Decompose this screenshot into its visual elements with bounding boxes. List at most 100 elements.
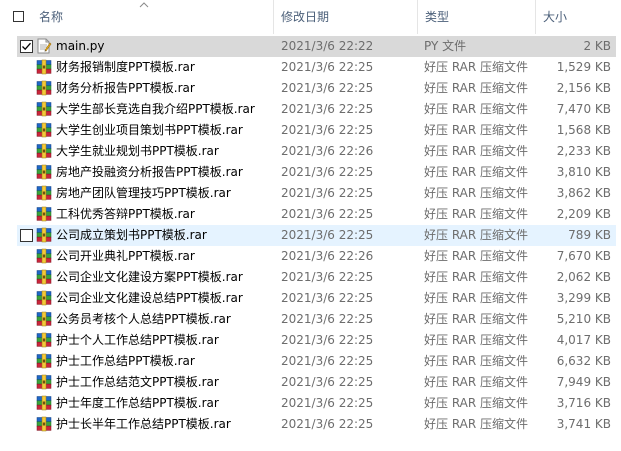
column-divider[interactable] — [273, 0, 274, 34]
file-size: 4,017 KB — [556, 333, 611, 347]
file-name[interactable]: 工科优秀答辩PPT模板.rar — [56, 204, 195, 225]
file-row[interactable]: 大学生部长竞选自我介绍PPT模板.rar 2021/3/6 22:25 好压 RAR… — [0, 99, 621, 120]
column-divider[interactable] — [535, 0, 536, 34]
file-name[interactable]: 护士年度工作总结PPT模板.rar — [56, 393, 219, 414]
rar-archive-icon — [36, 353, 52, 369]
file-type: 好压 RAR 压缩文件 — [424, 270, 529, 284]
file-modified-date: 2021/3/6 22:25 — [281, 354, 374, 368]
file-type: 好压 RAR 压缩文件 — [424, 396, 529, 410]
rar-archive-icon — [36, 248, 52, 264]
file-name[interactable]: 护士个人工作总结PPT模板.rar — [56, 330, 219, 351]
file-modified-date: 2021/3/6 22:26 — [281, 249, 374, 263]
file-type: PY 文件 — [424, 39, 467, 53]
rar-archive-icon — [36, 164, 52, 180]
column-header-name[interactable]: 名称 — [39, 0, 63, 34]
file-size: 2,209 KB — [556, 207, 611, 221]
file-type: 好压 RAR 压缩文件 — [424, 123, 529, 137]
file-row[interactable]: 公务员考核个人总结PPT模板.rar 2021/3/6 22:25 好压 RAR 压… — [0, 309, 621, 330]
file-name[interactable]: 护士工作总结范文PPT模板.rar — [56, 372, 219, 393]
rar-archive-icon — [36, 206, 52, 222]
file-size: 7,670 KB — [556, 249, 611, 263]
file-row[interactable]: 财务报销制度PPT模板.rar 2021/3/6 22:25 好压 RAR 压缩文件… — [0, 57, 621, 78]
file-size: 3,299 KB — [556, 291, 611, 305]
rar-archive-icon — [36, 374, 52, 390]
file-row[interactable]: 护士个人工作总结PPT模板.rar 2021/3/6 22:25 好压 RAR 压缩… — [0, 330, 621, 351]
file-name[interactable]: 护士长半年工作总结PPT模板.rar — [56, 414, 231, 435]
file-name[interactable]: 财务分析报告PPT模板.rar — [56, 78, 195, 99]
file-name[interactable]: 公司企业文化建设总结PPT模板.rar — [56, 288, 243, 309]
file-row[interactable]: 护士工作总结PPT模板.rar 2021/3/6 22:25 好压 RAR 压缩文件… — [0, 351, 621, 372]
rar-archive-icon — [36, 59, 52, 75]
file-size: 3,741 KB — [556, 417, 611, 431]
file-name[interactable]: 公司企业文化建设方案PPT模板.rar — [56, 267, 243, 288]
file-row[interactable]: 大学生就业规划书PPT模板.rar 2021/3/6 22:26 好压 RAR 压缩… — [0, 141, 621, 162]
file-row[interactable]: 公司企业文化建设方案PPT模板.rar 2021/3/6 22:25 好压 RAR … — [0, 267, 621, 288]
column-header-size[interactable]: 大小 — [543, 0, 567, 34]
file-row[interactable]: main.py 2021/3/6 22:22 PY 文件 2 KB — [0, 36, 621, 57]
file-type: 好压 RAR 压缩文件 — [424, 291, 529, 305]
python-file-icon — [37, 38, 52, 54]
file-type: 好压 RAR 压缩文件 — [424, 312, 529, 326]
file-type: 好压 RAR 压缩文件 — [424, 333, 529, 347]
rar-archive-icon — [36, 122, 52, 138]
rar-archive-icon — [36, 101, 52, 117]
file-name[interactable]: 财务报销制度PPT模板.rar — [56, 57, 195, 78]
file-modified-date: 2021/3/6 22:25 — [281, 165, 374, 179]
rar-archive-icon — [36, 290, 52, 306]
rar-archive-icon — [36, 416, 52, 432]
file-row[interactable]: 公司成立策划书PPT模板.rar 2021/3/6 22:25 好压 RAR 压缩文… — [0, 225, 621, 246]
file-row[interactable]: 工科优秀答辩PPT模板.rar 2021/3/6 22:25 好压 RAR 压缩文件… — [0, 204, 621, 225]
file-modified-date: 2021/3/6 22:25 — [281, 417, 374, 431]
file-row[interactable]: 公司开业典礼PPT模板.rar 2021/3/6 22:26 好压 RAR 压缩文件… — [0, 246, 621, 267]
file-row[interactable]: 护士工作总结范文PPT模板.rar 2021/3/6 22:25 好压 RAR 压缩… — [0, 372, 621, 393]
file-name[interactable]: 大学生部长竞选自我介绍PPT模板.rar — [56, 99, 255, 120]
file-type: 好压 RAR 压缩文件 — [424, 228, 529, 242]
file-name[interactable]: 护士工作总结PPT模板.rar — [56, 351, 195, 372]
file-row[interactable]: 公司企业文化建设总结PPT模板.rar 2021/3/6 22:25 好压 RAR … — [0, 288, 621, 309]
file-modified-date: 2021/3/6 22:25 — [281, 312, 374, 326]
file-type: 好压 RAR 压缩文件 — [424, 186, 529, 200]
file-name[interactable]: 大学生就业规划书PPT模板.rar — [56, 141, 219, 162]
file-modified-date: 2021/3/6 22:25 — [281, 123, 374, 137]
select-all-checkbox[interactable] — [13, 11, 24, 22]
file-size: 3,810 KB — [556, 165, 611, 179]
file-row[interactable]: 护士长半年工作总结PPT模板.rar 2021/3/6 22:25 好压 RAR 压… — [0, 414, 621, 435]
file-type: 好压 RAR 压缩文件 — [424, 81, 529, 95]
file-name[interactable]: main.py — [56, 36, 105, 57]
file-modified-date: 2021/3/6 22:25 — [281, 228, 374, 242]
column-header-date[interactable]: 修改日期 — [281, 0, 329, 34]
file-size: 2,062 KB — [556, 270, 611, 284]
row-checkbox-checked[interactable] — [20, 40, 33, 53]
column-header-type[interactable]: 类型 — [425, 0, 449, 34]
rar-archive-icon — [36, 185, 52, 201]
file-size: 3,862 KB — [556, 186, 611, 200]
file-row[interactable]: 护士年度工作总结PPT模板.rar 2021/3/6 22:25 好压 RAR 压缩… — [0, 393, 621, 414]
rar-archive-icon — [36, 311, 52, 327]
file-modified-date: 2021/3/6 22:25 — [281, 186, 374, 200]
file-name[interactable]: 房地产投融资分析报告PPT模板.rar — [56, 162, 243, 183]
file-modified-date: 2021/3/6 22:22 — [281, 39, 374, 53]
file-row[interactable]: 大学生创业项目策划书PPT模板.rar 2021/3/6 22:25 好压 RAR … — [0, 120, 621, 141]
rar-archive-icon — [36, 80, 52, 96]
file-name[interactable]: 公司开业典礼PPT模板.rar — [56, 246, 195, 267]
chevron-up-icon — [139, 2, 149, 8]
row-checkbox[interactable] — [20, 229, 33, 242]
file-size: 3,716 KB — [556, 396, 611, 410]
column-header-bar: 名称 修改日期 类型 大小 — [0, 0, 621, 34]
file-row[interactable]: 财务分析报告PPT模板.rar 2021/3/6 22:25 好压 RAR 压缩文件… — [0, 78, 621, 99]
file-name[interactable]: 公务员考核个人总结PPT模板.rar — [56, 309, 231, 330]
file-name[interactable]: 房地产团队管理技巧PPT模板.rar — [56, 183, 231, 204]
rar-archive-icon — [36, 143, 52, 159]
file-name[interactable]: 公司成立策划书PPT模板.rar — [56, 225, 207, 246]
file-name[interactable]: 大学生创业项目策划书PPT模板.rar — [56, 120, 243, 141]
column-divider[interactable] — [417, 0, 418, 34]
file-size: 7,470 KB — [556, 102, 611, 116]
file-row[interactable]: 房地产团队管理技巧PPT模板.rar 2021/3/6 22:25 好压 RAR 压… — [0, 183, 621, 204]
file-modified-date: 2021/3/6 22:25 — [281, 60, 374, 74]
file-type: 好压 RAR 压缩文件 — [424, 354, 529, 368]
file-row[interactable]: 房地产投融资分析报告PPT模板.rar 2021/3/6 22:25 好压 RAR … — [0, 162, 621, 183]
file-size: 2,233 KB — [556, 144, 611, 158]
file-size: 2,156 KB — [556, 81, 611, 95]
file-modified-date: 2021/3/6 22:25 — [281, 81, 374, 95]
file-type: 好压 RAR 压缩文件 — [424, 417, 529, 431]
